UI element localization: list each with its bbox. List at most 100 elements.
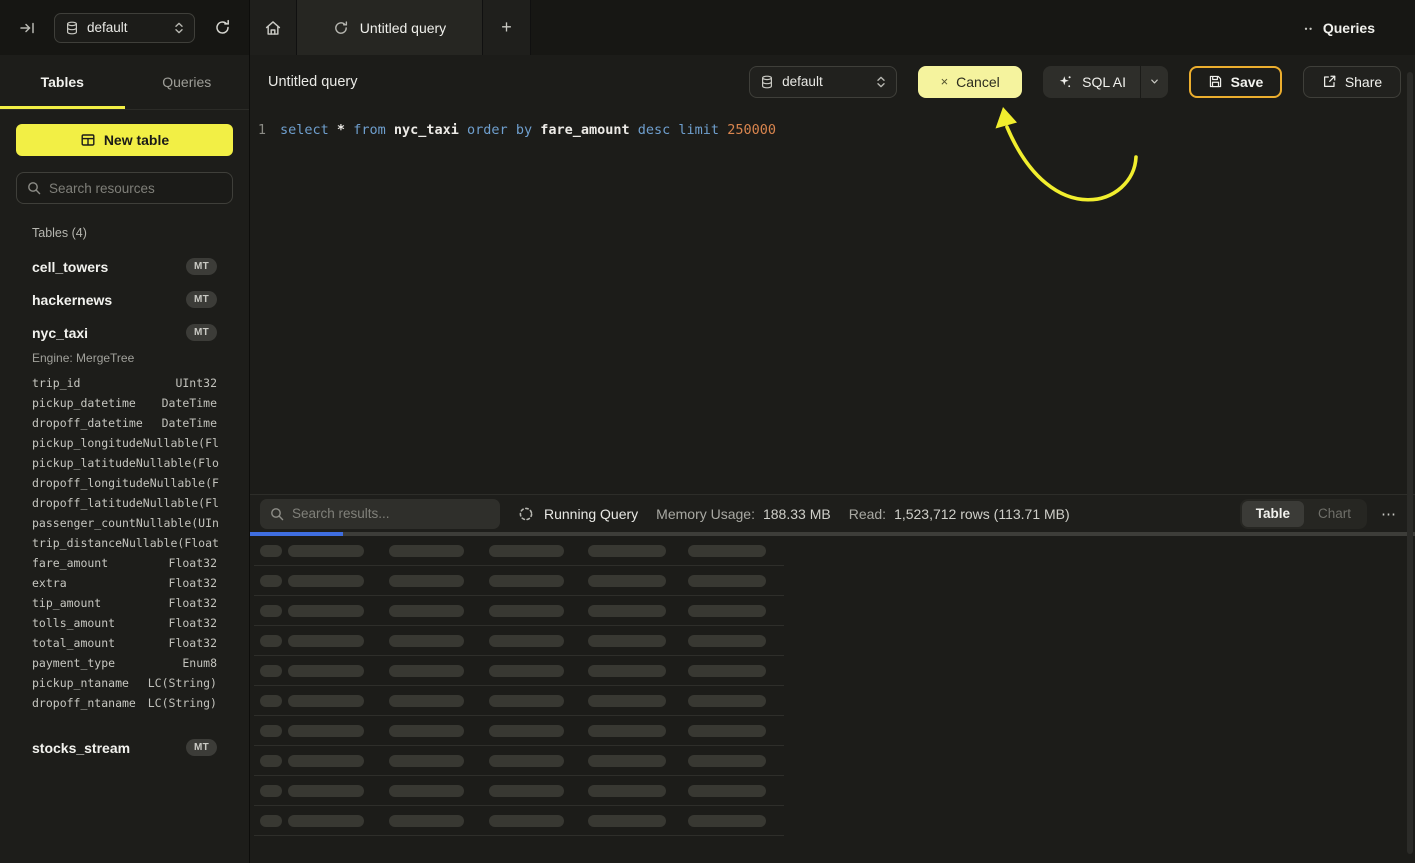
engine-badge: MT — [186, 258, 217, 275]
close-icon: × — [941, 74, 949, 89]
skeleton-cell — [489, 695, 564, 707]
skeleton-cell — [288, 815, 364, 827]
skeleton-row — [254, 746, 784, 776]
skeleton-row — [254, 566, 784, 596]
sidebar-tab-queries[interactable]: Queries — [125, 55, 250, 109]
vertical-scrollbar[interactable] — [1407, 72, 1413, 854]
code-token: nyc_taxi — [394, 122, 459, 138]
refresh-icon[interactable] — [209, 15, 235, 41]
sidebar-tab-tables[interactable]: Tables — [0, 55, 125, 109]
column-row[interactable]: payment_typeEnum8 — [32, 653, 217, 673]
sql-ai-button[interactable]: SQL AI — [1043, 66, 1168, 98]
new-table-button[interactable]: New table — [16, 124, 233, 156]
code-token: fare_amount — [540, 122, 629, 138]
column-row[interactable]: extraFloat32 — [32, 573, 217, 593]
share-button[interactable]: Share — [1303, 66, 1401, 98]
memory-usage-value: 188.33 MB — [763, 506, 831, 522]
column-row[interactable]: total_amountFloat32 — [32, 633, 217, 653]
results-toolbar: Running Query Memory Usage: 188.33 MB Re… — [250, 494, 1415, 532]
table-item-cell-towers[interactable]: cell_towers MT — [16, 250, 233, 283]
column-row[interactable]: pickup_latitudeNullable(Flo — [32, 453, 217, 473]
query-database-selector[interactable]: default — [749, 66, 897, 98]
view-toggle-chart[interactable]: Chart — [1304, 501, 1365, 527]
cancel-button[interactable]: × Cancel — [918, 66, 1022, 98]
skeleton-row — [254, 656, 784, 686]
new-tab-button[interactable]: + — [483, 0, 531, 55]
skeleton-row — [254, 536, 784, 566]
database-selector-value: default — [87, 20, 166, 35]
results-search-input[interactable] — [292, 506, 490, 521]
save-button[interactable]: Save — [1189, 66, 1282, 98]
column-row[interactable]: dropoff_datetimeDateTime — [32, 413, 217, 433]
skeleton-cell — [489, 755, 564, 767]
query-tab[interactable]: Untitled query — [297, 0, 483, 55]
column-row[interactable]: trip_distanceNullable(Float — [32, 533, 217, 553]
tab-spinner-icon — [333, 20, 349, 36]
sidebar: default Tables Queries New table — [0, 0, 250, 863]
skeleton-cell — [260, 545, 282, 557]
skeleton-cell — [588, 815, 666, 827]
column-row[interactable]: fare_amountFloat32 — [32, 553, 217, 573]
query-status: Running Query — [544, 506, 638, 522]
tables-section-label: Tables (4) — [32, 226, 233, 240]
skeleton-cell — [389, 605, 464, 617]
code-token: desc — [638, 122, 671, 138]
sql-ai-main[interactable]: SQL AI — [1043, 66, 1140, 98]
table-item-hackernews[interactable]: hackernews MT — [16, 283, 233, 316]
skeleton-cell — [288, 695, 364, 707]
view-toggle: Table Chart — [1240, 499, 1367, 529]
table-item-nyc-taxi[interactable]: nyc_taxi MT — [16, 316, 233, 349]
database-selector[interactable]: default — [54, 13, 195, 43]
column-row[interactable]: dropoff_longitudeNullable(F — [32, 473, 217, 493]
skeleton-cell — [389, 545, 464, 557]
skeleton-cell — [260, 605, 282, 617]
query-header: Untitled query default × Cancel — [250, 55, 1415, 108]
skeleton-cell — [688, 815, 766, 827]
code-token: limit — [678, 122, 719, 138]
skeleton-cell — [688, 635, 766, 647]
resource-search[interactable] — [16, 172, 233, 204]
column-row[interactable]: pickup_ntanameLC(String) — [32, 673, 217, 693]
column-row[interactable]: pickup_datetimeDateTime — [32, 393, 217, 413]
sql-editor[interactable]: 1 select * from nyc_taxi order by fare_a… — [250, 108, 1415, 494]
home-tab[interactable] — [250, 0, 297, 55]
skeleton-cell — [288, 755, 364, 767]
code-token — [345, 122, 353, 138]
database-icon — [760, 75, 774, 89]
results-search[interactable] — [260, 499, 500, 529]
column-row[interactable]: trip_idUInt32 — [32, 373, 217, 393]
skeleton-cell — [688, 545, 766, 557]
code-line-content: select * from nyc_taxi order by fare_amo… — [280, 120, 776, 140]
skeleton-row — [254, 716, 784, 746]
tabstrip-spacer — [531, 0, 1289, 55]
memory-usage-label: Memory Usage: — [656, 506, 755, 522]
column-row[interactable]: tip_amountFloat32 — [32, 593, 217, 613]
skeleton-cell — [288, 575, 364, 587]
table-item-stocks-stream[interactable]: stocks_stream MT — [16, 731, 233, 764]
search-icon — [270, 507, 284, 521]
chevron-updown-icon — [174, 21, 184, 35]
view-toggle-table[interactable]: Table — [1242, 501, 1304, 527]
engine-badge: MT — [186, 324, 217, 341]
column-row[interactable]: tolls_amountFloat32 — [32, 613, 217, 633]
queries-link[interactable]: Queries — [1289, 0, 1415, 55]
collapse-sidebar-icon[interactable] — [14, 15, 40, 41]
skeleton-row — [254, 596, 784, 626]
column-row[interactable]: dropoff_ntanameLC(String) — [32, 693, 217, 713]
annotation-arrow — [990, 100, 1150, 225]
sql-ai-dropdown[interactable] — [1140, 66, 1168, 98]
column-row[interactable]: pickup_longitudeNullable(Fl — [32, 433, 217, 453]
skeleton-cell — [389, 695, 464, 707]
queries-link-label: Queries — [1323, 20, 1375, 36]
more-options-button[interactable]: ⋯ — [1381, 505, 1397, 523]
query-database-value: default — [782, 74, 868, 89]
search-icon — [27, 181, 41, 195]
code-token: by — [516, 122, 532, 138]
column-row[interactable]: dropoff_latitudeNullable(Fl — [32, 493, 217, 513]
code-token — [719, 122, 727, 138]
skeleton-cell — [288, 725, 364, 737]
resource-search-input[interactable] — [49, 181, 222, 196]
skeleton-cell — [588, 545, 666, 557]
column-row[interactable]: passenger_countNullable(UIn — [32, 513, 217, 533]
code-token — [630, 122, 638, 138]
